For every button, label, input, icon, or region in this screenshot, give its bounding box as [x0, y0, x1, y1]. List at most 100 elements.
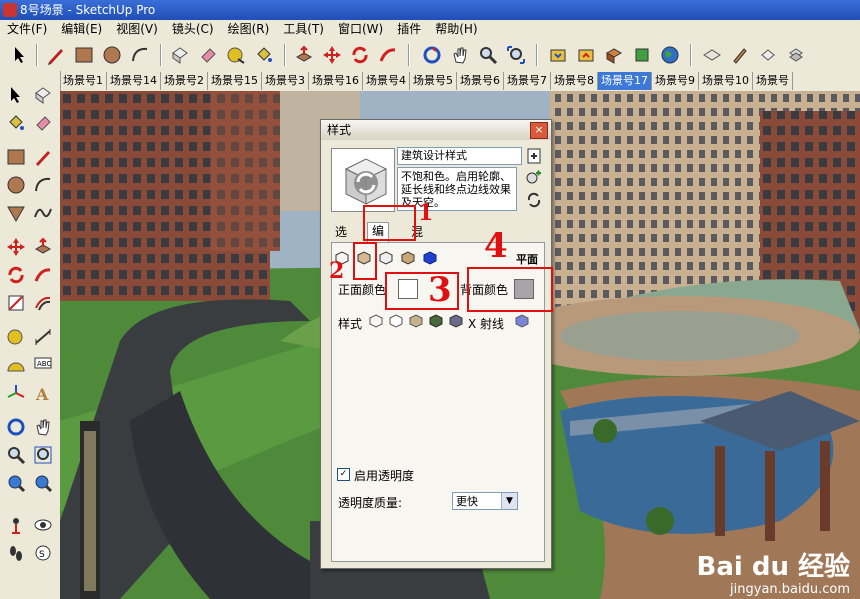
scene-tab[interactable]: 场景号2 — [161, 72, 208, 90]
scene-tab[interactable]: 场景号8 — [551, 72, 598, 90]
scene-tab[interactable]: 场景号5 — [410, 72, 457, 90]
axes-icon[interactable] — [4, 381, 28, 405]
zoom-extents-icon[interactable] — [31, 471, 55, 495]
follow-me-icon[interactable] — [376, 43, 400, 67]
offset-icon[interactable] — [31, 291, 55, 315]
earth-icon[interactable] — [658, 43, 682, 67]
scene-tab[interactable]: 场景号16 — [309, 72, 363, 90]
rotate-icon[interactable] — [348, 43, 372, 67]
warehouse-icon[interactable] — [630, 43, 654, 67]
tape-measure-icon[interactable] — [4, 325, 28, 349]
circle-icon[interactable] — [100, 43, 124, 67]
scene-tab[interactable]: 场景号9 — [652, 72, 699, 90]
menu-view[interactable]: 视图(V) — [109, 20, 165, 39]
push-pull-icon[interactable] — [292, 43, 316, 67]
make-component-icon[interactable] — [168, 43, 192, 67]
scene-tab[interactable]: 场景号4 — [363, 72, 410, 90]
styles-dialog-titlebar[interactable]: 样式 × — [321, 120, 551, 140]
style-name-input[interactable]: 建筑设计样式 — [397, 147, 522, 165]
tab-select[interactable]: 选择 — [331, 224, 351, 256]
quality-select[interactable]: 更快 ▼ — [452, 492, 518, 510]
create-style-icon[interactable] — [526, 148, 542, 164]
zoom-window-icon[interactable] — [31, 443, 55, 467]
circle-icon[interactable] — [4, 173, 28, 197]
3d-text-icon[interactable]: A — [31, 381, 55, 405]
xray-style-icon[interactable] — [514, 313, 530, 329]
move-icon[interactable] — [4, 235, 28, 259]
menu-draw[interactable]: 绘图(R) — [221, 20, 277, 39]
scene-tab[interactable]: 场景号14 — [107, 72, 161, 90]
watermark-settings-icon[interactable] — [400, 250, 416, 266]
menu-tools[interactable]: 工具(T) — [276, 20, 331, 39]
rectangle-icon[interactable] — [4, 145, 28, 169]
xray-label[interactable]: X 射线 — [468, 315, 504, 332]
monochrome-style-icon[interactable] — [448, 313, 464, 329]
menu-plugins[interactable]: 插件 — [390, 20, 428, 39]
select-arrow-icon[interactable] — [8, 43, 32, 67]
previous-view-icon[interactable] — [4, 471, 28, 495]
arc-icon[interactable] — [128, 43, 152, 67]
shaded-textures-style-icon[interactable] — [428, 313, 444, 329]
menu-edit[interactable]: 编辑(E) — [54, 20, 109, 39]
paint-bucket-icon[interactable] — [4, 111, 28, 135]
menu-help[interactable]: 帮助(H) — [428, 20, 484, 39]
scale-icon[interactable] — [4, 291, 28, 315]
protractor-icon[interactable] — [4, 353, 28, 377]
make-component-icon[interactable] — [31, 83, 55, 107]
pencil-line-icon[interactable] — [31, 145, 55, 169]
move-icon[interactable] — [320, 43, 344, 67]
scene-tab[interactable]: 场景号6 — [457, 72, 504, 90]
walk-icon[interactable] — [4, 541, 28, 565]
share-model-icon[interactable] — [574, 43, 598, 67]
pencil-line-icon[interactable] — [44, 43, 68, 67]
follow-me-icon[interactable] — [31, 263, 55, 287]
layer-icon[interactable] — [700, 43, 724, 67]
zoom-extents-icon[interactable] — [504, 43, 528, 67]
wireframe-style-icon[interactable] — [368, 313, 384, 329]
paint-bucket-icon[interactable] — [252, 43, 276, 67]
pan-hand-icon[interactable] — [448, 43, 472, 67]
scene-tab[interactable]: 场景号3 — [262, 72, 309, 90]
push-pull-icon[interactable] — [31, 235, 55, 259]
polygon-icon[interactable] — [4, 201, 28, 225]
shaded-style-icon[interactable] — [408, 313, 424, 329]
arc-icon[interactable] — [31, 173, 55, 197]
rectangle-icon[interactable] — [72, 43, 96, 67]
paint-brush-icon[interactable] — [728, 43, 752, 67]
orbit-icon[interactable] — [4, 415, 28, 439]
get-models-icon[interactable] — [546, 43, 570, 67]
scene-tab[interactable]: 场景号7 — [504, 72, 551, 90]
look-around-icon[interactable] — [31, 513, 55, 537]
menu-camera[interactable]: 镜头(C) — [165, 20, 221, 39]
eraser-icon[interactable] — [31, 111, 55, 135]
close-button[interactable]: × — [530, 122, 548, 139]
rotate-icon[interactable] — [4, 263, 28, 287]
scene-tab[interactable]: 场景号 — [753, 72, 793, 90]
menu-window[interactable]: 窗口(W) — [331, 20, 390, 39]
update-style-icon[interactable] — [526, 170, 542, 186]
display-section-icon[interactable] — [784, 43, 808, 67]
pan-hand-icon[interactable] — [31, 415, 55, 439]
eraser-icon[interactable] — [196, 43, 220, 67]
scene-tab[interactable]: 场景号10 — [699, 72, 753, 90]
modeling-settings-icon[interactable] — [422, 250, 438, 266]
dimension-icon[interactable] — [31, 325, 55, 349]
menu-file[interactable]: 文件(F) — [0, 20, 54, 39]
position-camera-icon[interactable] — [4, 513, 28, 537]
transparency-checkbox[interactable]: ✓ — [337, 468, 350, 481]
components-icon[interactable] — [602, 43, 626, 67]
section-plane-icon[interactable] — [756, 43, 780, 67]
section-plane-icon[interactable]: S — [31, 541, 55, 565]
select-arrow-icon[interactable] — [4, 83, 28, 107]
hidden-line-style-icon[interactable] — [388, 313, 404, 329]
scene-tab[interactable]: 场景号15 — [208, 72, 262, 90]
tape-measure-icon[interactable] — [224, 43, 248, 67]
zoom-icon[interactable] — [476, 43, 500, 67]
text-label-icon[interactable]: ABC — [31, 353, 55, 377]
scene-tab[interactable]: 场景号1 — [60, 72, 107, 90]
zoom-icon[interactable] — [4, 443, 28, 467]
scene-tab[interactable]: 场景号17 — [598, 72, 652, 90]
freehand-icon[interactable] — [31, 201, 55, 225]
orbit-icon[interactable] — [420, 43, 444, 67]
background-settings-icon[interactable] — [378, 250, 394, 266]
